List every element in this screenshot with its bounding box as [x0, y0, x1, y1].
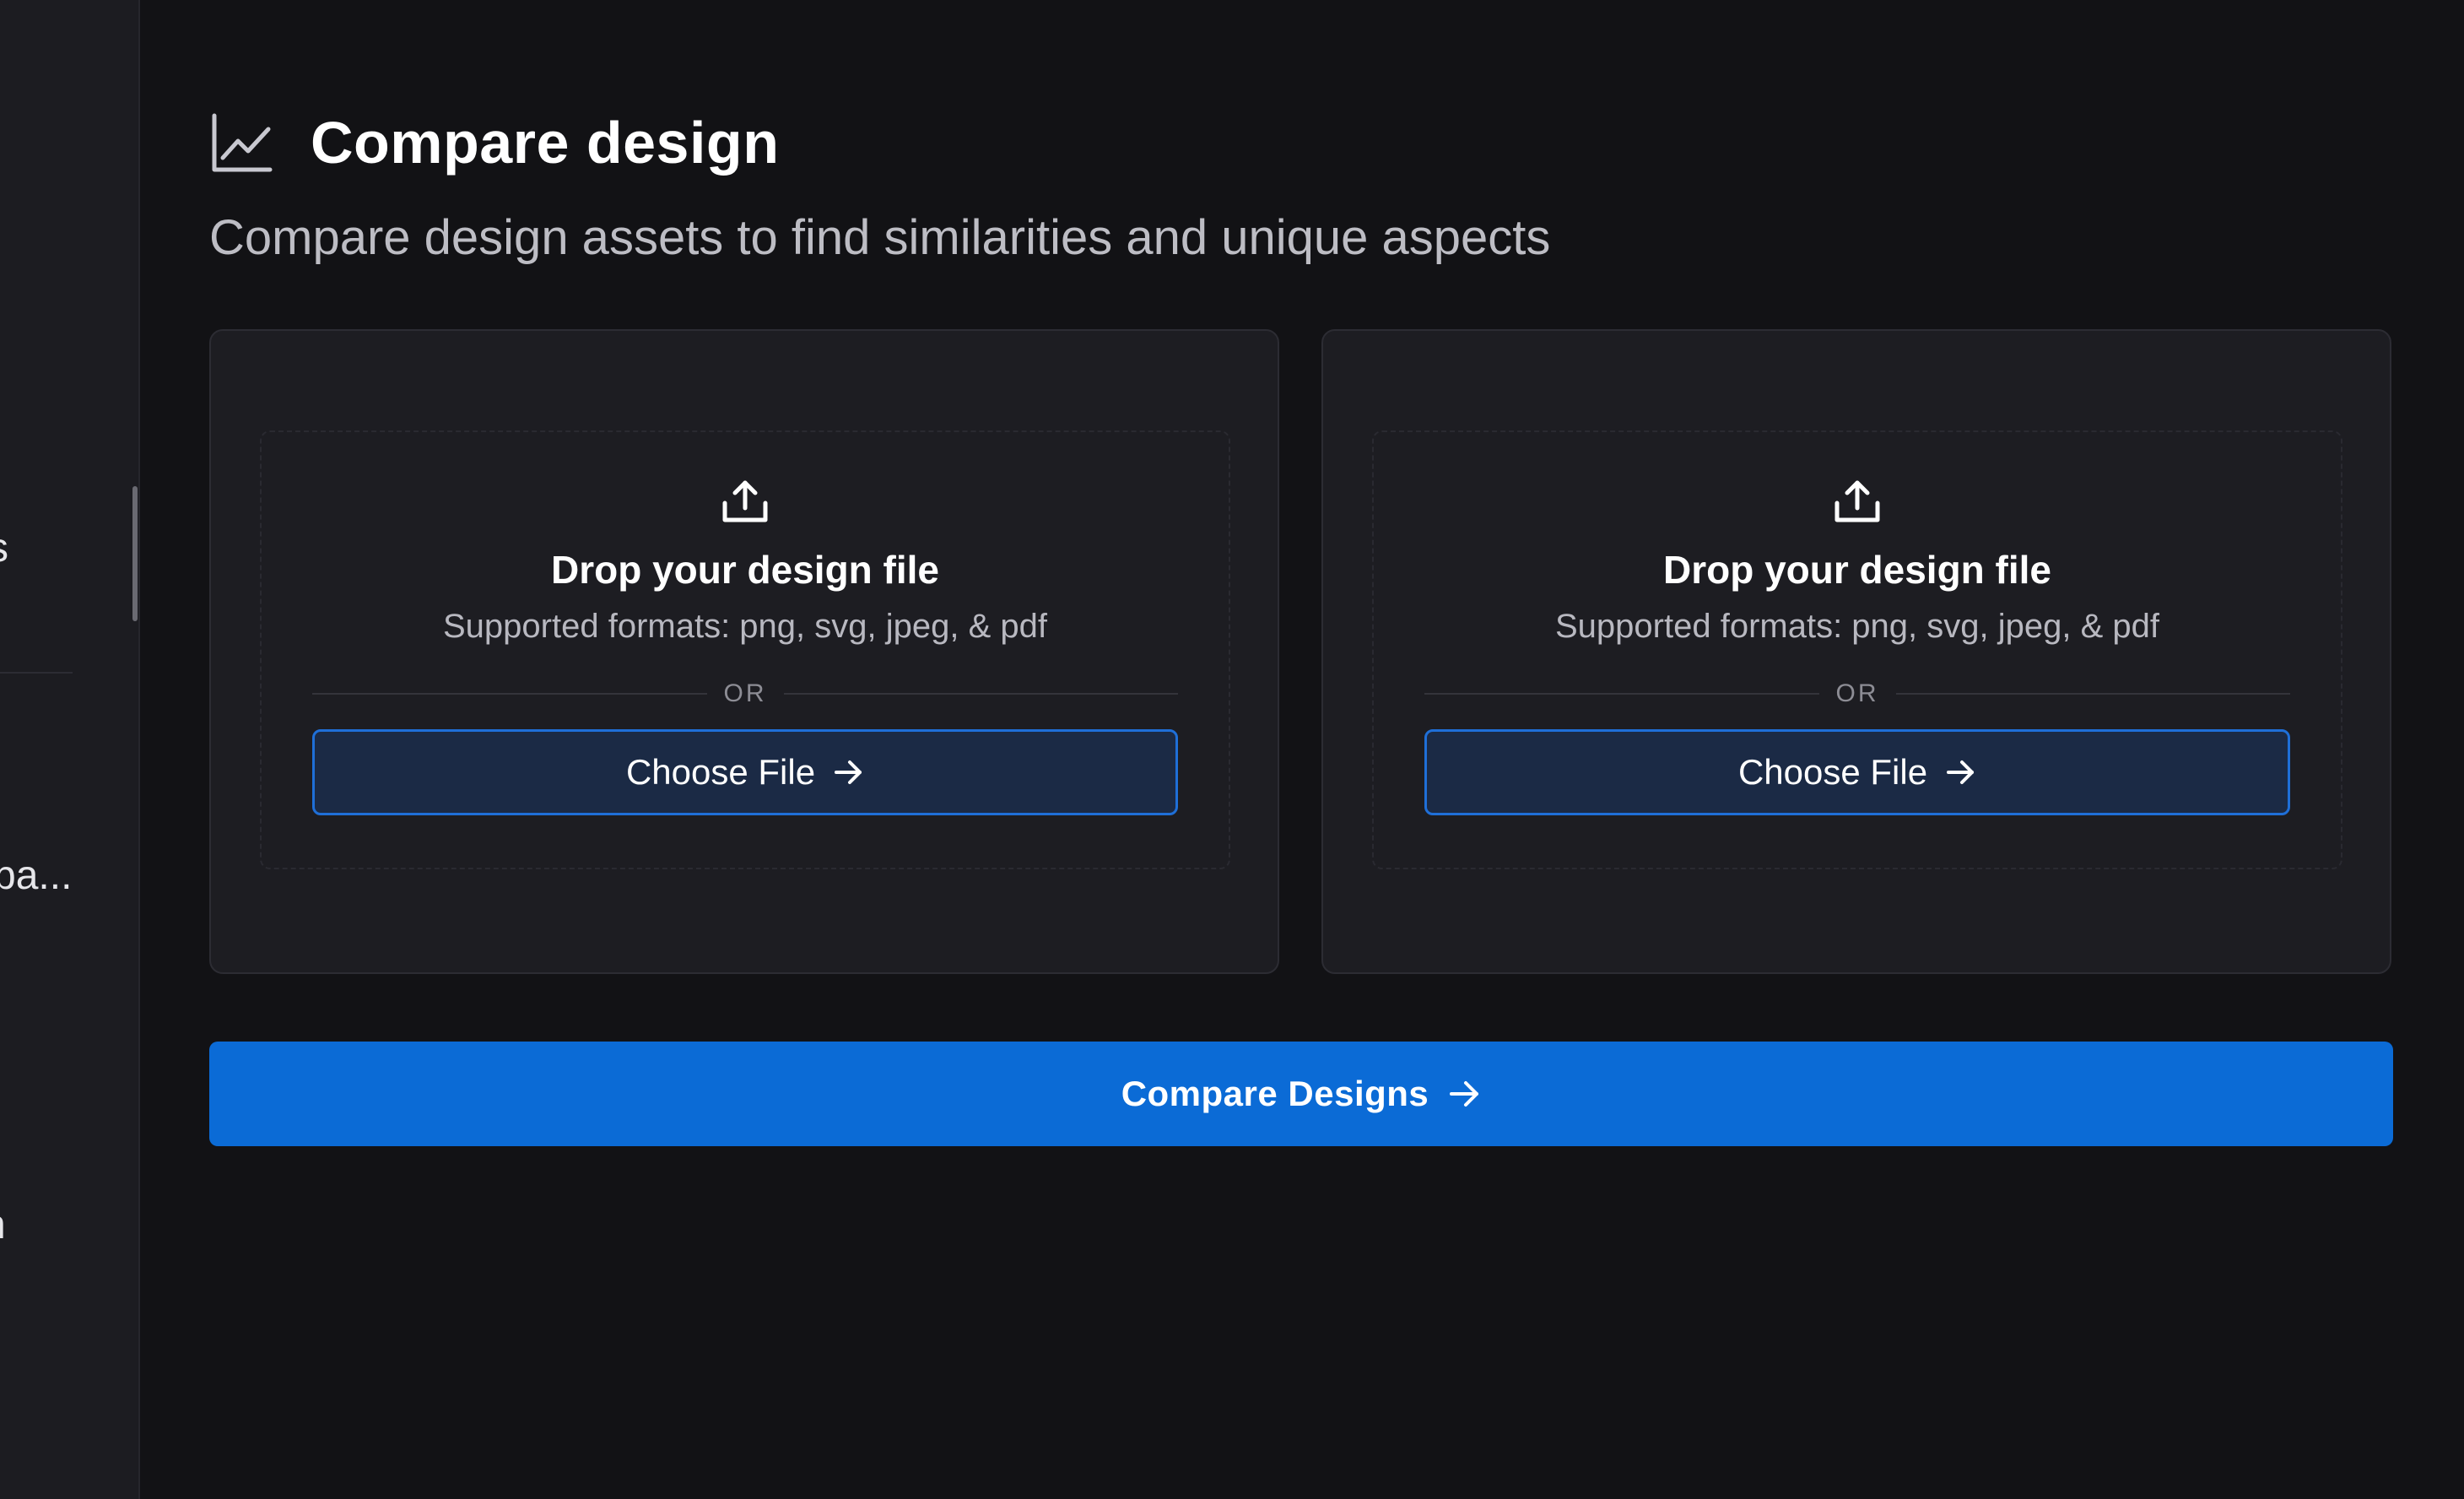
drop-title: Drop your design file: [550, 548, 940, 592]
choose-file-button[interactable]: Choose File: [312, 729, 1178, 815]
or-divider: OR: [312, 677, 1178, 711]
divider-line: [1895, 693, 2290, 695]
compare-designs-button[interactable]: Compare Designs: [209, 1042, 2393, 1146]
page-subtitle: Compare design assets to find similariti…: [209, 210, 1551, 265]
arrow-right-icon: [834, 759, 864, 786]
page-header: Compare design: [209, 106, 779, 179]
sidebar: s pa... n: [0, 0, 140, 1499]
dropzone-2[interactable]: Drop your design file Supported formats:…: [1372, 430, 2342, 869]
supported-formats: Supported formats: png, svg, jpeg, & pdf: [1555, 608, 2159, 645]
arrow-right-icon: [1946, 759, 1976, 786]
divider-line: [312, 693, 707, 695]
sidebar-divider: [0, 672, 73, 674]
upload-card-2: Drop your design file Supported formats:…: [1321, 329, 2391, 974]
sidebar-item-label[interactable]: pa...: [0, 852, 72, 899]
page-title: Compare design: [311, 110, 780, 176]
compare-designs-label: Compare Designs: [1121, 1074, 1429, 1113]
upload-icon: [1832, 479, 1883, 525]
choose-file-label: Choose File: [625, 752, 816, 792]
divider-line: [1424, 693, 1819, 695]
choose-file-button[interactable]: Choose File: [1424, 729, 2290, 815]
upload-icon: [720, 479, 770, 525]
drop-title: Drop your design file: [1662, 548, 2052, 592]
main-content: Compare design Compare design assets to …: [209, 0, 2393, 1499]
dropzone-1[interactable]: Drop your design file Supported formats:…: [260, 430, 1230, 869]
supported-formats: Supported formats: png, svg, jpeg, & pdf: [443, 608, 1047, 645]
sidebar-scrollbar[interactable]: [132, 486, 138, 621]
or-label: OR: [723, 679, 767, 707]
upload-card-1: Drop your design file Supported formats:…: [209, 329, 1279, 974]
sidebar-item-label[interactable]: s: [0, 525, 8, 571]
divider-line: [783, 693, 1178, 695]
or-divider: OR: [1424, 677, 2290, 711]
line-chart-icon: [209, 111, 273, 175]
sidebar-item-label[interactable]: n: [0, 1202, 6, 1248]
arrow-right-icon: [1449, 1080, 1481, 1108]
or-label: OR: [1835, 679, 1879, 707]
choose-file-label: Choose File: [1737, 752, 1928, 792]
upload-cards: Drop your design file Supported formats:…: [209, 329, 2393, 974]
